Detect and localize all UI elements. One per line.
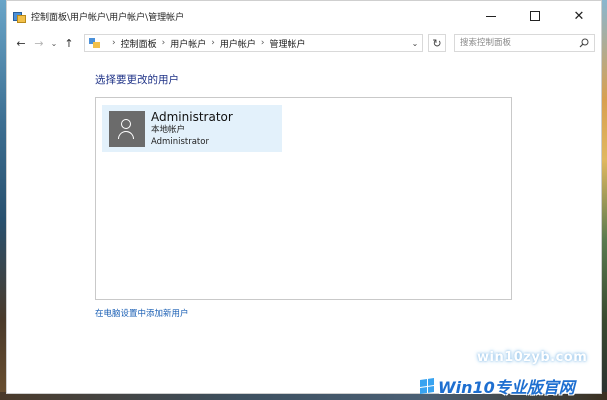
- close-icon: ✕: [573, 8, 585, 24]
- address-bar[interactable]: › 控制面板 › 用户帐户 › 用户帐户 › 管理帐户 ⌄: [84, 34, 423, 52]
- arrow-left-icon: ←: [16, 36, 26, 50]
- close-button[interactable]: ✕: [557, 1, 601, 31]
- account-type: 本地帐户: [151, 124, 186, 135]
- address-dropdown-button[interactable]: ⌄: [408, 35, 422, 51]
- arrow-right-icon: →: [34, 36, 44, 50]
- minimize-icon: [486, 15, 496, 17]
- breadcrumb-control-panel[interactable]: 控制面板: [121, 37, 157, 50]
- watermark-url: win10zyb.com: [477, 350, 588, 365]
- page-heading: 选择要更改的用户: [95, 74, 179, 86]
- account-name: Administrator: [151, 109, 233, 124]
- search-box: [454, 34, 595, 52]
- account-role: Administrator: [151, 136, 209, 147]
- breadcrumb-separator-icon[interactable]: ›: [162, 38, 166, 48]
- up-button[interactable]: ↑: [60, 33, 78, 53]
- windows-logo-icon: [420, 377, 434, 394]
- control-panel-icon: [13, 10, 26, 23]
- refresh-icon: ↻: [432, 36, 442, 50]
- account-tile-administrator[interactable]: Administrator 本地帐户 Administrator: [102, 105, 282, 152]
- main-content: 选择要更改的用户 Administrator 本地帐户 Administrato…: [7, 55, 601, 393]
- accounts-list: Administrator 本地帐户 Administrator: [95, 97, 512, 300]
- control-panel-window: 控制面板\用户帐户\用户帐户\管理帐户 ✕ ← → ⌄ ↑ › 控制面板 › 用…: [6, 0, 602, 394]
- user-avatar-icon: [109, 110, 145, 147]
- breadcrumb-separator-icon[interactable]: ›: [112, 38, 116, 48]
- refresh-button[interactable]: ↻: [428, 34, 446, 52]
- breadcrumb-user-accounts-2[interactable]: 用户帐户: [220, 37, 256, 50]
- control-panel-icon: [89, 37, 101, 49]
- breadcrumb-user-accounts[interactable]: 用户帐户: [170, 37, 206, 50]
- search-input[interactable]: [460, 36, 578, 50]
- breadcrumb-manage-accounts[interactable]: 管理帐户: [269, 37, 305, 50]
- title-bar[interactable]: 控制面板\用户帐户\用户帐户\管理帐户 ✕: [7, 1, 601, 31]
- account-details: Administrator 本地帐户 Administrator: [151, 110, 233, 148]
- minimize-button[interactable]: [469, 1, 513, 31]
- window-controls: ✕: [469, 1, 601, 31]
- back-button[interactable]: ←: [12, 33, 30, 53]
- add-new-user-link[interactable]: 在电脑设置中添加新用户: [95, 307, 189, 319]
- chevron-down-icon: ⌄: [411, 38, 419, 48]
- forward-button[interactable]: →: [30, 33, 48, 53]
- search-icon[interactable]: [579, 38, 589, 48]
- watermark-logo: Win10专业版官网: [420, 371, 607, 400]
- maximize-button[interactable]: [513, 1, 557, 31]
- breadcrumb-separator-icon[interactable]: ›: [261, 38, 265, 48]
- arrow-up-icon: ↑: [64, 36, 74, 50]
- navigation-bar: ← → ⌄ ↑ › 控制面板 › 用户帐户 › 用户帐户 › 管理帐户 ⌄ ↻: [7, 31, 601, 55]
- maximize-icon: [530, 11, 540, 21]
- window-title: 控制面板\用户帐户\用户帐户\管理帐户: [31, 12, 185, 23]
- chevron-down-icon: ⌄: [50, 38, 58, 48]
- recent-locations-button[interactable]: ⌄: [48, 33, 60, 53]
- watermark-brand: Win10专业版官网: [438, 377, 575, 397]
- breadcrumb-separator-icon[interactable]: ›: [211, 38, 215, 48]
